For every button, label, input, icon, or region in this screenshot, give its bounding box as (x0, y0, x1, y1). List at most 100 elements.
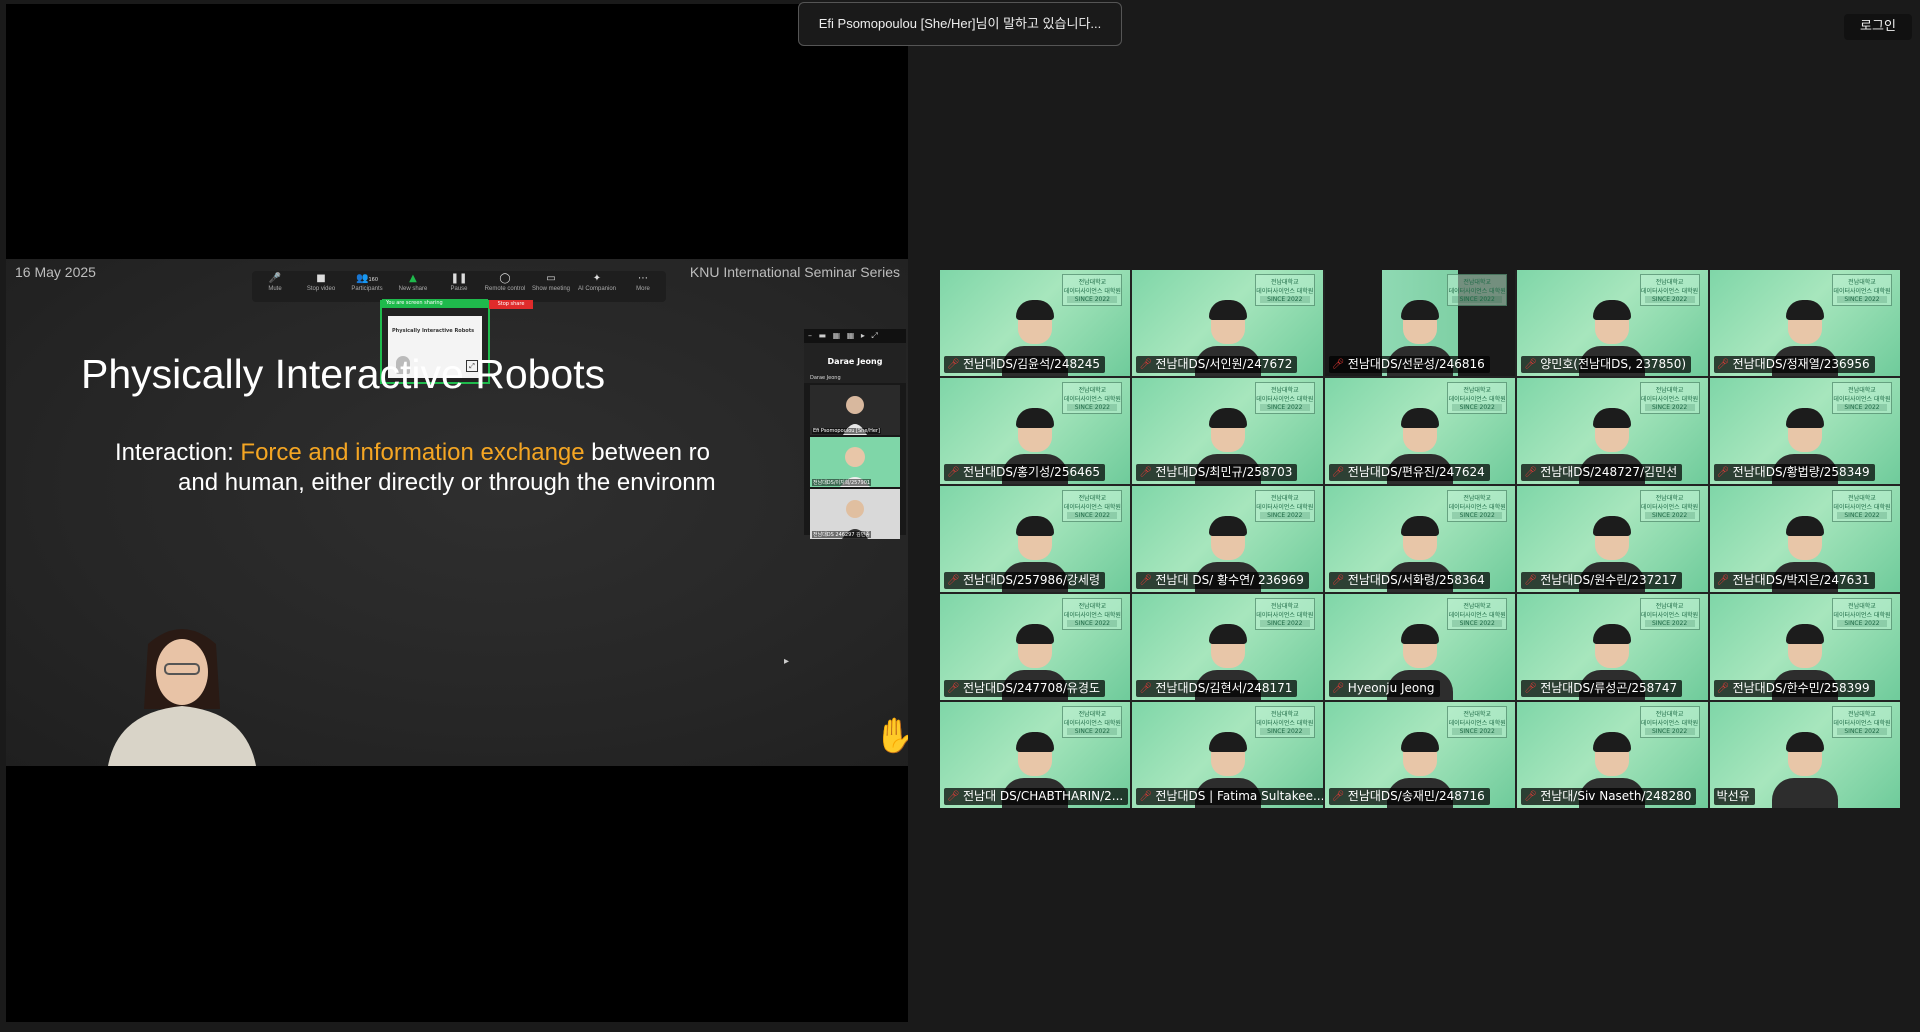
participant-tile[interactable]: 전남대학교 데이터사이언스 대학원 SINCE 2022 🎤︎ 전남대DS/정재열/23… (1709, 270, 1900, 376)
participant-name: 전남대DS/송재민/248716 (1347, 789, 1485, 803)
participant-name: 전남대DS/김현서/248171 (1155, 681, 1293, 695)
muted-microphone-icon: 🎤︎ (1716, 683, 1730, 694)
slide-text-suffix: between ro (584, 439, 711, 466)
new-share-label: New share (398, 286, 428, 292)
participant-name-label: 🎤︎ 전남대DS/박지은/247631 (1713, 572, 1875, 589)
badge-line-3: SINCE 2022 (1067, 620, 1118, 627)
participant-tile[interactable]: 전남대학교 데이터사이언스 대학원 SINCE 2022 박선유 (1709, 702, 1900, 808)
badge-line-3: SINCE 2022 (1836, 728, 1887, 735)
participants-button[interactable]: 👥160 Participants (345, 272, 389, 292)
stop-share-button[interactable]: Stop share (489, 300, 533, 309)
badge-line-3: SINCE 2022 (1259, 512, 1310, 519)
participant-tile[interactable]: 전남대학교 데이터사이언스 대학원 SINCE 2022 🎤︎ 전남대DS/류성곤/25… (1517, 594, 1708, 700)
show-meeting-button[interactable]: ▭ Show meeting (529, 272, 573, 292)
new-share-button[interactable]: ▲ New share (391, 272, 435, 292)
participant-name: 전남대DS/편유진/247624 (1347, 465, 1485, 479)
mini-name-tile-caption: Darae Jeong (810, 375, 841, 381)
mute-button[interactable]: 🎤 Mute (253, 272, 297, 292)
muted-microphone-icon: 🎤︎ (947, 359, 960, 370)
stop-video-button[interactable]: ■ Stop video (299, 272, 343, 292)
badge-line-2: 데이터사이언스 대학원 (1448, 720, 1506, 727)
participant-tile[interactable]: 전남대학교 데이터사이언스 대학원 SINCE 2022 🎤︎ 전남대DS/248727… (1517, 378, 1708, 484)
participant-tile[interactable]: 전남대학교 데이터사이언스 대학원 SINCE 2022 🎤︎ 전남대 DS/CHABT… (940, 702, 1131, 808)
mute-label: Mute (268, 286, 282, 292)
remote-control-button[interactable]: ◯ Remote control (483, 272, 527, 292)
participant-tile[interactable]: 전남대학교 데이터사이언스 대학원 SINCE 2022 🎤︎ 전남대DS/송재민/24… (1324, 702, 1516, 808)
slide-text-highlight: Force and information exchange (240, 439, 585, 466)
badge-line-1: 전남대학교 (1848, 387, 1876, 394)
participant-tile[interactable]: 전남대학교 데이터사이언스 대학원 SINCE 2022 🎤︎ 전남대DS/서인원/24… (1132, 270, 1323, 376)
slide-date: 16 May 2025 (15, 264, 96, 280)
muted-microphone-icon: 🎤︎ (1524, 683, 1537, 694)
participant-tile[interactable]: 전남대학교 데이터사이언스 대학원 SINCE 2022 🎤︎ 전남대DS/선문성/24… (1324, 270, 1516, 376)
mini-panel-controls[interactable]: – ▬ ▦ ▦ ▸ ⤢ (804, 329, 906, 343)
badge-line-1: 전남대학교 (1270, 603, 1299, 610)
badge-line-3: SINCE 2022 (1067, 404, 1118, 411)
badge-line-2: 데이터사이언스 대학원 (1256, 288, 1314, 295)
participant-tile[interactable]: 전남대학교 데이터사이언스 대학원 SINCE 2022 🎤︎ Hyeonju Jeon… (1324, 594, 1516, 700)
participant-name: 전남대DS/서화령/258364 (1347, 573, 1485, 587)
badge-line-2: 데이터사이언스 대학원 (1063, 720, 1121, 727)
badge-line-3: SINCE 2022 (1067, 512, 1118, 519)
show-meeting-icon: ▭ (546, 273, 556, 284)
participant-tile[interactable]: 전남대학교 데이터사이언스 대학원 SINCE 2022 🎤︎ 양민호(전남대DS, 2… (1517, 270, 1708, 376)
participant-name-label: 🎤︎ 전남대 DS/CHABTHARIN/2... (944, 788, 1129, 805)
participant-tile[interactable]: 전남대학교 데이터사이언스 대학원 SINCE 2022 🎤︎ 전남대DS/247708… (940, 594, 1131, 700)
participant-tile[interactable]: 전남대학교 데이터사이언스 대학원 SINCE 2022 🎤︎ 전남대DS/박지은/24… (1709, 486, 1900, 592)
slide-series-title: KNU International Seminar Series (689, 264, 900, 280)
badge-line-3: SINCE 2022 (1452, 620, 1503, 627)
muted-microphone-icon: 🎤︎ (947, 467, 960, 478)
muted-microphone-icon: 🎤︎ (1716, 575, 1730, 586)
participant-tile[interactable]: 전남대학교 데이터사이언스 대학원 SINCE 2022 🎤︎ 전남대DS/최민규/25… (1132, 378, 1323, 484)
mini-name-tile-name: Darae Jeong (827, 357, 883, 366)
participant-tile[interactable]: 전남대학교 데이터사이언스 대학원 SINCE 2022 🎤︎ 전남대DS/서화령/25… (1324, 486, 1516, 592)
slide-text-line-1: Interaction: Force and information excha… (115, 439, 710, 467)
participant-tile[interactable]: 전남대학교 데이터사이언스 대학원 SINCE 2022 🎤︎ 전남대DS/김현서/24… (1132, 594, 1323, 700)
participant-name: 전남대 DS/CHABTHARIN/2... (963, 789, 1124, 803)
badge-line-3: SINCE 2022 (1067, 296, 1118, 303)
badge-line-3: SINCE 2022 (1644, 512, 1695, 519)
muted-microphone-icon: 🎤︎ (1139, 791, 1153, 802)
participant-tile[interactable]: 전남대학교 데이터사이언스 대학원 SINCE 2022 🎤︎ 전남대DS/257986… (940, 486, 1131, 592)
badge-line-2: 데이터사이언스 대학원 (1448, 396, 1506, 403)
participant-tile[interactable]: 전남대학교 데이터사이언스 대학원 SINCE 2022 🎤︎ 전남대DS/원수린/23… (1517, 486, 1708, 592)
badge-line-3: SINCE 2022 (1259, 296, 1310, 303)
pause-share-button[interactable]: ❚❚ Pause (437, 272, 481, 292)
raise-hand-icon: ✋ (874, 716, 908, 756)
badge-line-1: 전남대학교 (1270, 711, 1299, 718)
participant-tile[interactable]: 전남대학교 데이터사이언스 대학원 SINCE 2022 🎤︎ 전남대DS/홍기성/25… (940, 378, 1131, 484)
participant-name: 전남대DS/최민규/258703 (1155, 465, 1293, 479)
participants-icon: 👥160 (356, 273, 378, 284)
participant-name-label: 🎤︎ 전남대DS/정재열/236956 (1713, 356, 1875, 373)
participant-name-label: 🎤︎ 전남대DS/한수민/258399 (1713, 680, 1875, 697)
participant-name-label: 🎤︎ 전남대DS/김윤석/248245 (944, 356, 1105, 373)
badge-line-1: 전남대학교 (1655, 387, 1684, 394)
badge-line-1: 전남대학교 (1270, 279, 1299, 286)
participant-name-label: 🎤︎ 전남대DS/서화령/258364 (1328, 572, 1490, 589)
ai-companion-button[interactable]: ✦ AI Companion (575, 272, 619, 292)
participant-tile[interactable]: 전남대학교 데이터사이언스 대학원 SINCE 2022 🎤︎ 전남대DS/한수민/25… (1709, 594, 1900, 700)
participant-gallery: 전남대학교 데이터사이언스 대학원 SINCE 2022 🎤︎ 전남대DS/김윤석/24… (940, 270, 1900, 808)
badge-line-3: SINCE 2022 (1259, 620, 1310, 627)
badge-line-2: 데이터사이언스 대학원 (1448, 612, 1506, 619)
badge-line-1: 전남대학교 (1655, 495, 1684, 502)
participant-name: 전남대DS/선문성/246816 (1347, 357, 1485, 371)
pause-icon: ❚❚ (450, 273, 468, 284)
participant-name: 전남대/Siv Naseth/248280 (1540, 789, 1692, 803)
participant-tile[interactable]: 전남대학교 데이터사이언스 대학원 SINCE 2022 🎤︎ 전남대/Siv Nase… (1517, 702, 1708, 808)
badge-line-3: SINCE 2022 (1836, 512, 1887, 519)
participant-tile[interactable]: 전남대학교 데이터사이언스 대학원 SINCE 2022 🎤︎ 전남대 DS/ 황수연/… (1132, 486, 1323, 592)
badge-line-3: SINCE 2022 (1259, 404, 1310, 411)
participant-tile[interactable]: 전남대학교 데이터사이언스 대학원 SINCE 2022 🎤︎ 전남대DS/김윤석/24… (940, 270, 1131, 376)
badge-line-1: 전남대학교 (1270, 387, 1299, 394)
participant-tile[interactable]: 전남대학교 데이터사이언스 대학원 SINCE 2022 🎤︎ 전남대DS/황법량/25… (1709, 378, 1900, 484)
more-button[interactable]: ⋯ More (621, 272, 665, 292)
participant-tile[interactable]: 전남대학교 데이터사이언스 대학원 SINCE 2022 🎤︎ 전남대DS/편유진/24… (1324, 378, 1516, 484)
login-button[interactable]: 로그인 (1844, 14, 1912, 40)
badge-line-3: SINCE 2022 (1644, 404, 1695, 411)
participant-tile[interactable]: 전남대학교 데이터사이언스 대학원 SINCE 2022 🎤︎ 전남대DS | Fati… (1132, 702, 1323, 808)
badge-line-2: 데이터사이언스 대학원 (1256, 504, 1314, 511)
participant-name: 전남대DS/서인원/247672 (1155, 357, 1293, 371)
badge-line-1: 전남대학교 (1078, 495, 1107, 502)
badge-line-1: 전남대학교 (1848, 495, 1876, 502)
